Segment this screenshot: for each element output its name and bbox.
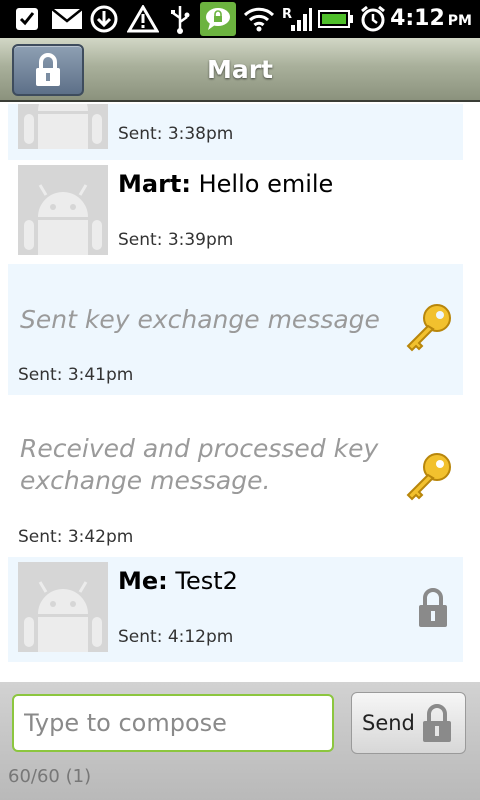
usb-icon xyxy=(166,5,194,34)
key-icon xyxy=(406,304,451,352)
sim-icon xyxy=(10,5,44,33)
title-bar: Mart xyxy=(0,38,480,102)
status-ampm: PM xyxy=(447,13,472,29)
status-time: 4:12 xyxy=(390,6,445,31)
sent-time: Sent: 3:39pm xyxy=(118,230,234,250)
compose-bar: Send 60/60 (1) xyxy=(0,682,480,800)
roaming-indicator: R xyxy=(282,7,292,22)
wifi-icon xyxy=(242,5,276,33)
sent-time: Sent: 3:42pm xyxy=(18,527,134,547)
message-item[interactable]: Received and processed key exchange mess… xyxy=(8,395,463,557)
message-text: Mart: Hello emile xyxy=(118,170,333,198)
status-bar: R 4:12 PM xyxy=(0,0,480,38)
battery-icon xyxy=(318,5,354,33)
chat-lock-icon xyxy=(200,2,236,36)
system-message-line: Received and processed key xyxy=(20,434,379,463)
message-sender: Me: xyxy=(118,567,168,595)
warning-icon xyxy=(126,5,160,33)
compose-input[interactable] xyxy=(12,694,334,752)
android-avatar xyxy=(18,165,108,255)
alarm-icon xyxy=(358,5,388,33)
lock-icon xyxy=(419,588,447,627)
character-counter: 60/60 (1) xyxy=(8,766,92,787)
message-item[interactable]: Me: Test2 Sent: 4:12pm xyxy=(8,557,463,662)
message-item[interactable]: Mart: Hello emile Sent: 3:39pm xyxy=(8,160,463,264)
sent-time: Sent: 3:38pm xyxy=(118,124,234,144)
message-list[interactable]: Sent: 3:38pm Mart: Hello emile Sent: 3:3… xyxy=(0,104,480,682)
lock-button[interactable] xyxy=(12,44,84,96)
message-sender: Mart: xyxy=(118,170,191,198)
download-icon xyxy=(88,5,120,33)
signal-roaming-icon: R xyxy=(280,5,314,33)
send-button-label: Send xyxy=(362,711,415,735)
message-body: Hello emile xyxy=(190,170,334,198)
system-message-text: Sent key exchange message xyxy=(20,305,380,334)
lock-icon xyxy=(423,704,451,742)
sent-time: Sent: 4:12pm xyxy=(118,627,234,647)
key-icon xyxy=(406,453,451,501)
send-button[interactable]: Send xyxy=(351,692,466,754)
message-text: Me: Test2 xyxy=(118,567,238,595)
lock-icon xyxy=(36,53,60,86)
mail-icon xyxy=(50,5,84,33)
status-clock: 4:12 PM xyxy=(390,6,472,31)
sent-time: Sent: 3:41pm xyxy=(18,365,134,385)
message-item[interactable]: Sent key exchange message Sent: 3:41pm xyxy=(8,264,463,395)
android-avatar xyxy=(18,104,108,149)
message-body: Test2 xyxy=(167,567,238,595)
android-avatar xyxy=(18,562,108,652)
system-message-text: Received and processed key exchange mess… xyxy=(20,433,378,497)
message-item[interactable]: Sent: 3:38pm xyxy=(8,104,463,160)
system-message-line: exchange message. xyxy=(20,466,271,495)
